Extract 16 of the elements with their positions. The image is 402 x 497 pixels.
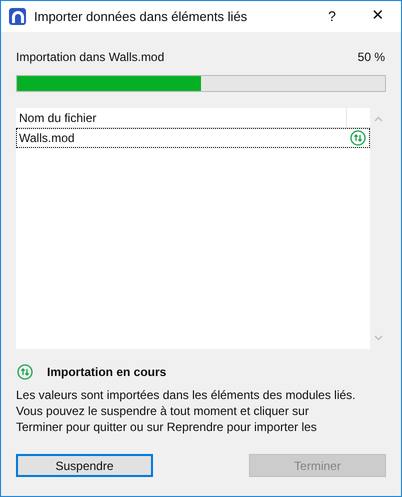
action-button[interactable]: Suspendre — [16, 454, 153, 477]
file-name: Walls.mod — [18, 130, 76, 147]
progress-percent: 50 % — [358, 49, 385, 66]
scroll-up-icon[interactable] — [374, 116, 382, 122]
sync-icon — [17, 364, 33, 380]
file-row[interactable]: Walls.mod — [16, 128, 370, 148]
scroll-down-icon[interactable] — [374, 335, 382, 341]
sync-icon — [350, 130, 366, 146]
app-logo-icon — [9, 8, 26, 25]
column-header[interactable]: Nom du fichier — [16, 108, 346, 127]
status-message: Les valeurs sont importées dans les éléments des modules liés. Vous pouvez le suspendre à tout moment et cliquer sur Terminer pour quitter ou sur Reprendre pour importer les — [16, 387, 357, 435]
close-button[interactable]: ✕ — [355, 1, 401, 32]
help-button[interactable]: ? — [309, 1, 355, 32]
window-title: Importer données dans éléments liés — [34, 8, 248, 26]
status-title: Importation en cours — [47, 364, 166, 381]
progress-label: Importation dans Walls.mod — [16, 49, 164, 66]
